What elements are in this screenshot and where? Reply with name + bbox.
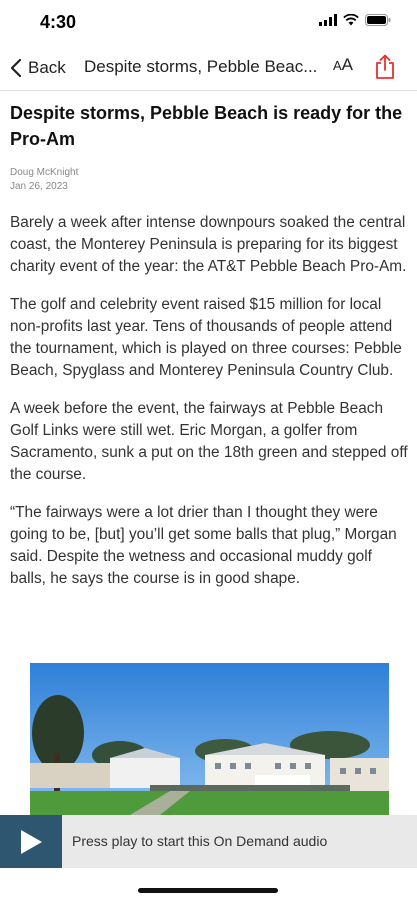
share-button[interactable] (374, 54, 396, 85)
share-icon (376, 54, 394, 79)
article: Despite storms, Pebble Beach is ready fo… (10, 100, 408, 590)
home-indicator (138, 888, 278, 893)
nav-bar: Back Despite storms, Pebble Beac... AA (0, 46, 417, 91)
audio-prompt: Press play to start this On Demand audio (72, 833, 328, 849)
article-paragraph: The golf and celebrity event raised $15 … (10, 296, 402, 379)
back-label: Back (28, 58, 66, 77)
text-size-button[interactable]: AA (333, 55, 353, 75)
article-date: Jan 26, 2023 (10, 181, 68, 192)
status-bar: 4:30 (0, 0, 417, 46)
article-headline: Despite storms, Pebble Beach is ready fo… (10, 103, 403, 149)
play-button[interactable] (0, 815, 62, 868)
back-button[interactable]: Back (10, 54, 66, 82)
battery-icon (365, 14, 391, 26)
signal-icon (319, 14, 337, 26)
article-author: Doug McKnight (10, 167, 79, 178)
article-photo (30, 663, 389, 815)
text-size-large-glyph: A (341, 55, 354, 74)
article-paragraph: Barely a week after intense downpours so… (10, 214, 407, 275)
status-icons (319, 14, 391, 26)
play-icon (21, 829, 42, 854)
article-paragraph: “The fairways were a lot drier than I th… (10, 504, 397, 587)
text-size-small-glyph: A (333, 58, 342, 73)
nav-title: Despite storms, Pebble Beac... (84, 57, 318, 76)
status-time: 4:30 (40, 12, 77, 32)
audio-player-bar: Press play to start this On Demand audio (0, 815, 417, 868)
article-paragraph: A week before the event, the fairways at… (10, 400, 408, 483)
chevron-left-icon (10, 58, 22, 78)
wifi-icon (343, 14, 359, 26)
